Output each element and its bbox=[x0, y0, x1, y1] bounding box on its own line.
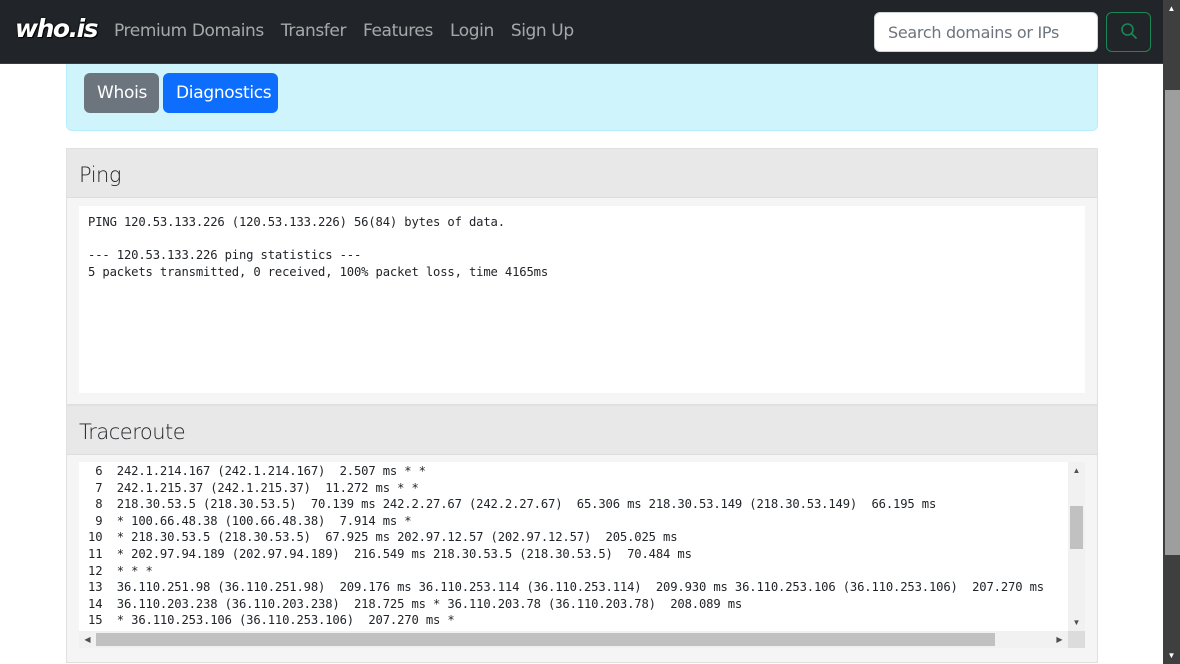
traceroute-hop-line: 9 * 100.66.48.38 (100.66.48.38) 7.914 ms… bbox=[88, 513, 412, 528]
scroll-up-arrow-icon[interactable]: ▲ bbox=[1068, 462, 1085, 479]
traceroute-card-title: Traceroute bbox=[67, 406, 1097, 455]
nav-link-premium-domains[interactable]: Premium Domains bbox=[114, 21, 264, 41]
traceroute-hop-line: 8 218.30.53.5 (218.30.53.5) 70.139 ms 24… bbox=[88, 497, 937, 512]
page-scrollbar-thumb[interactable] bbox=[1165, 90, 1180, 555]
traceroute-hop-line: 7 242.1.215.37 (242.1.215.37) 11.272 ms … bbox=[88, 480, 419, 495]
nav-link-login[interactable]: Login bbox=[450, 21, 494, 41]
nav-link-features[interactable]: Features bbox=[363, 21, 433, 41]
scrollbar-corner bbox=[1068, 631, 1085, 648]
search-button[interactable] bbox=[1106, 12, 1151, 52]
nav-link-sign-up[interactable]: Sign Up bbox=[511, 21, 574, 41]
ping-card: Ping PING 120.53.133.226 (120.53.133.226… bbox=[66, 148, 1098, 405]
nav-links: Premium Domains Transfer Features Login … bbox=[114, 21, 591, 41]
traceroute-vertical-scrollbar[interactable]: ▲ ▼ bbox=[1068, 462, 1085, 631]
traceroute-hop-line: 10 * 218.30.53.5 (218.30.53.5) 67.925 ms… bbox=[88, 530, 678, 545]
scrollbar-thumb[interactable] bbox=[96, 633, 995, 646]
traceroute-hop-line: 11 * 202.97.94.189 (202.97.94.189) 216.5… bbox=[88, 546, 692, 561]
diagnostics-tab-button[interactable]: Diagnostics bbox=[163, 73, 278, 113]
traceroute-horizontal-scrollbar[interactable]: ◀ ▶ bbox=[79, 631, 1068, 648]
traceroute-hop-line: 13 36.110.251.98 (36.110.251.98) 209.176… bbox=[88, 580, 1044, 595]
traceroute-card: Traceroute 6 242.1.214.167 (242.1.214.16… bbox=[66, 405, 1098, 663]
scroll-right-arrow-icon[interactable]: ▶ bbox=[1051, 631, 1068, 648]
lookup-mode-panel: Whois Diagnostics bbox=[66, 64, 1098, 131]
scroll-down-arrow-icon[interactable]: ▼ bbox=[1068, 614, 1085, 631]
traceroute-hop-line: 14 36.110.203.238 (36.110.203.238) 218.7… bbox=[88, 596, 743, 611]
top-navbar: who.is Premium Domains Transfer Features… bbox=[0, 0, 1163, 64]
nav-link-transfer[interactable]: Transfer bbox=[281, 21, 347, 41]
scrollbar-thumb[interactable] bbox=[1070, 506, 1083, 549]
whois-tab-button[interactable]: Whois bbox=[84, 73, 159, 113]
ping-output: PING 120.53.133.226 (120.53.133.226) 56(… bbox=[79, 206, 1085, 393]
page-scroll-up-arrow-icon[interactable]: ▲ bbox=[1163, 0, 1180, 17]
page-scrollbar[interactable]: ▲ ▼ bbox=[1163, 0, 1180, 664]
traceroute-output-box[interactable]: 6 242.1.214.167 (242.1.214.167) 2.507 ms… bbox=[79, 462, 1085, 648]
ping-card-title: Ping bbox=[67, 149, 1097, 198]
traceroute-output: 6 242.1.214.167 (242.1.214.167) 2.507 ms… bbox=[88, 463, 1044, 646]
traceroute-hop-line: 6 242.1.214.167 (242.1.214.167) 2.507 ms… bbox=[88, 464, 426, 478]
search-input[interactable] bbox=[874, 12, 1098, 52]
search-icon bbox=[1120, 22, 1138, 43]
who-is-logo[interactable]: who.is bbox=[15, 14, 99, 43]
page-scroll-down-arrow-icon[interactable]: ▼ bbox=[1163, 647, 1180, 664]
scroll-left-arrow-icon[interactable]: ◀ bbox=[79, 631, 96, 648]
traceroute-hop-line: 15 * 36.110.253.106 (36.110.253.106) 207… bbox=[88, 613, 455, 628]
traceroute-hop-line: 12 * * * bbox=[88, 563, 153, 578]
